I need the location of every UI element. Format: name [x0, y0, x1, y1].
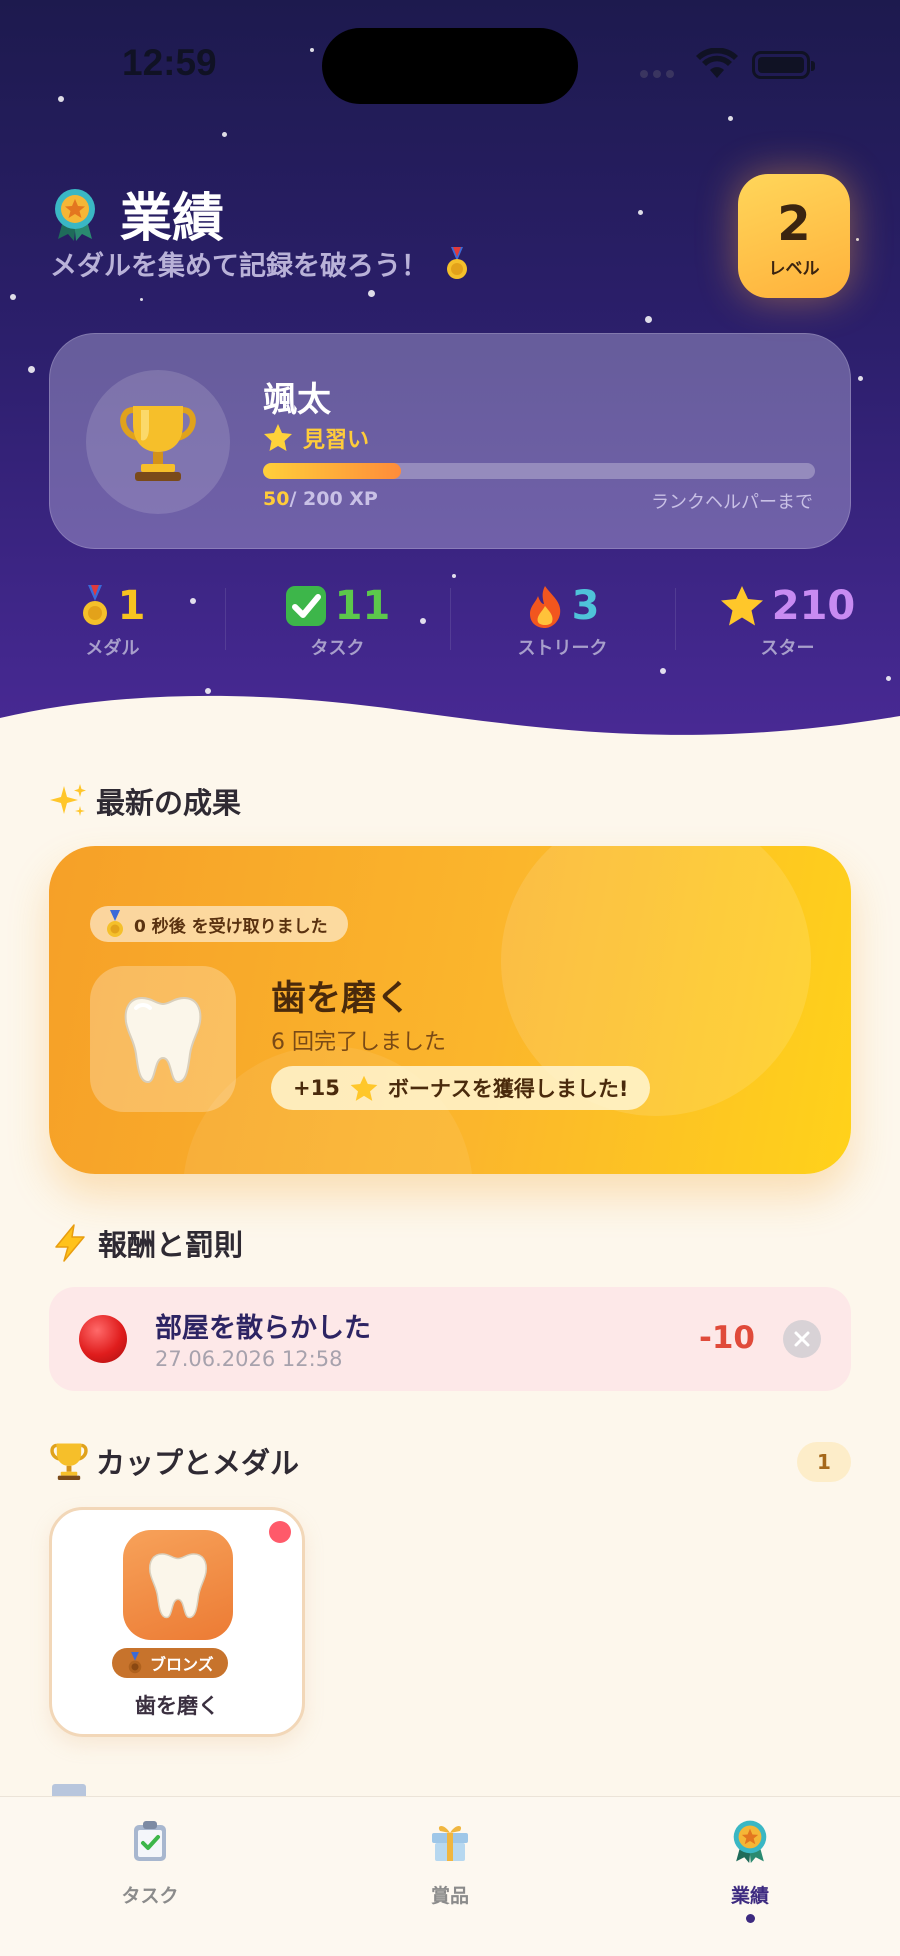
trophy-icon: [120, 406, 196, 481]
achievement-icon-tile: [90, 966, 236, 1112]
medal-ribbon-icon: [55, 188, 95, 241]
tier-badge: ブロンズ: [112, 1648, 228, 1678]
tab-label: 業績: [730, 1885, 769, 1907]
xp-progress-bar: [263, 463, 815, 479]
wave-divider: [0, 695, 900, 760]
red-circle-icon: [79, 1315, 127, 1363]
stat-label: ストリーク: [517, 638, 608, 659]
trophy-icon: [50, 1443, 88, 1480]
dynamic-island: [322, 28, 578, 104]
page-subtitle: メダルを集めて記録を破ろう！: [50, 244, 471, 283]
xp-total: / 200 XP: [289, 488, 378, 510]
profile-card[interactable]: 颯太 見習い 50/ 200 XP ランクヘルパーまで: [49, 333, 851, 549]
tab-label: タスク: [121, 1885, 179, 1907]
section-title-latest: 最新の成果: [50, 780, 241, 822]
star-icon: [720, 586, 763, 626]
stat-value: 210: [771, 583, 856, 629]
received-time-pill: 0 秒後 を受け取りました: [90, 906, 348, 942]
tab-achievements[interactable]: 業績: [650, 1819, 850, 1923]
stat-label: スター: [760, 638, 815, 659]
xp-text: 50/ 200 XP: [263, 488, 378, 510]
stat-streak[interactable]: 3 ストリーク: [450, 580, 675, 660]
status-time: 12:59: [122, 42, 217, 83]
section-title-text: カップとメダル: [96, 1446, 300, 1480]
medal-ribbon-icon: [733, 1820, 767, 1863]
fire-icon: [529, 586, 560, 628]
section-title-text: 最新の成果: [96, 786, 242, 820]
penalty-points: -10: [698, 1320, 755, 1356]
stat-medals[interactable]: 1 メダル: [0, 580, 225, 660]
rank-row: 見習い: [263, 422, 369, 454]
cellular-icon: [640, 70, 674, 78]
tab-prizes[interactable]: 賞品: [350, 1819, 550, 1908]
status-bar: 12:59: [0, 0, 900, 130]
latest-achievement-card[interactable]: 0 秒後 を受け取りました 歯を磨く 6 回完了しました +15 ボーナスを獲得…: [49, 846, 851, 1174]
penalty-title: 部屋を散らかした: [155, 1313, 371, 1344]
remove-button[interactable]: [783, 1320, 821, 1358]
next-rank-label: ランクヘルパーまで: [651, 492, 813, 513]
bonus-amount: +15: [293, 1076, 340, 1100]
avatar: [86, 370, 230, 514]
tab-label: 賞品: [430, 1885, 469, 1907]
medal-icon: [107, 910, 123, 937]
check-icon: [285, 586, 326, 626]
rank-label: 見習い: [303, 428, 370, 453]
trophy-name: 歯を磨く: [135, 1694, 219, 1718]
level-badge[interactable]: 2 レベル: [738, 174, 850, 298]
section-title-trophies: カップとメダル: [50, 1440, 299, 1482]
active-tab-indicator: [745, 1914, 755, 1923]
stat-label: タスク: [310, 638, 365, 659]
stat-value: 3: [571, 583, 600, 629]
medal-icon: [447, 247, 468, 279]
page-title: 業績: [120, 189, 225, 249]
tab-tasks[interactable]: タスク: [50, 1819, 250, 1908]
achievement-count: 6 回完了しました: [271, 1030, 446, 1055]
section-title-rewards: 報酬と罰則: [50, 1222, 243, 1264]
trophy-count-badge: 1: [797, 1442, 851, 1482]
bonus-text: ボーナスを獲得しました!: [387, 1077, 629, 1101]
tooth-icon: [149, 1553, 207, 1619]
sparkles-icon: [50, 784, 86, 816]
trophy-card[interactable]: ブロンズ 歯を磨く: [49, 1507, 305, 1737]
penalty-item[interactable]: 部屋を散らかした 27.06.2026 12:58 -10: [49, 1287, 851, 1391]
new-indicator-dot: [269, 1521, 291, 1543]
stat-tasks[interactable]: 11 タスク: [225, 580, 450, 660]
level-value: 2: [777, 196, 811, 252]
received-time-text: 0 秒後 を受け取りました: [134, 916, 328, 937]
close-icon: [794, 1331, 810, 1347]
section-title-text: 報酬と罰則: [98, 1228, 244, 1262]
stats-row: 1 メダル 11 タスク 3 ストリーク 210 スター: [0, 580, 900, 660]
profile-name: 颯太: [263, 380, 331, 420]
xp-current: 50: [263, 488, 290, 510]
medal-icon: [82, 585, 107, 625]
stat-label: メダル: [85, 638, 140, 659]
stat-value: 11: [334, 583, 391, 629]
tooth-icon: [124, 996, 202, 1084]
battery-icon: [752, 51, 815, 79]
wifi-icon: [696, 48, 738, 78]
star-icon: [350, 1075, 378, 1101]
achievement-name: 歯を磨く: [271, 979, 412, 1019]
stat-value: 1: [117, 583, 146, 629]
subtitle-text: メダルを集めて記録を破ろう！: [50, 251, 428, 282]
tab-bar: タスク 賞品 業績: [0, 1796, 900, 1956]
xp-progress-fill: [263, 463, 401, 479]
page-header: 業績: [52, 176, 224, 251]
bronze-medal-icon: [128, 1652, 142, 1674]
level-label: レベル: [768, 259, 820, 279]
clipboard-check-icon: [134, 1821, 166, 1861]
trophy-icon-tile: [123, 1530, 233, 1640]
glowing-star-icon: [264, 424, 292, 451]
penalty-date: 27.06.2026 12:58: [155, 1347, 343, 1371]
lightning-icon: [55, 1224, 85, 1262]
bonus-pill: +15 ボーナスを獲得しました!: [271, 1066, 651, 1110]
tier-label: ブロンズ: [150, 1655, 214, 1674]
gift-icon: [432, 1826, 468, 1861]
stat-stars[interactable]: 210 スター: [675, 580, 900, 660]
